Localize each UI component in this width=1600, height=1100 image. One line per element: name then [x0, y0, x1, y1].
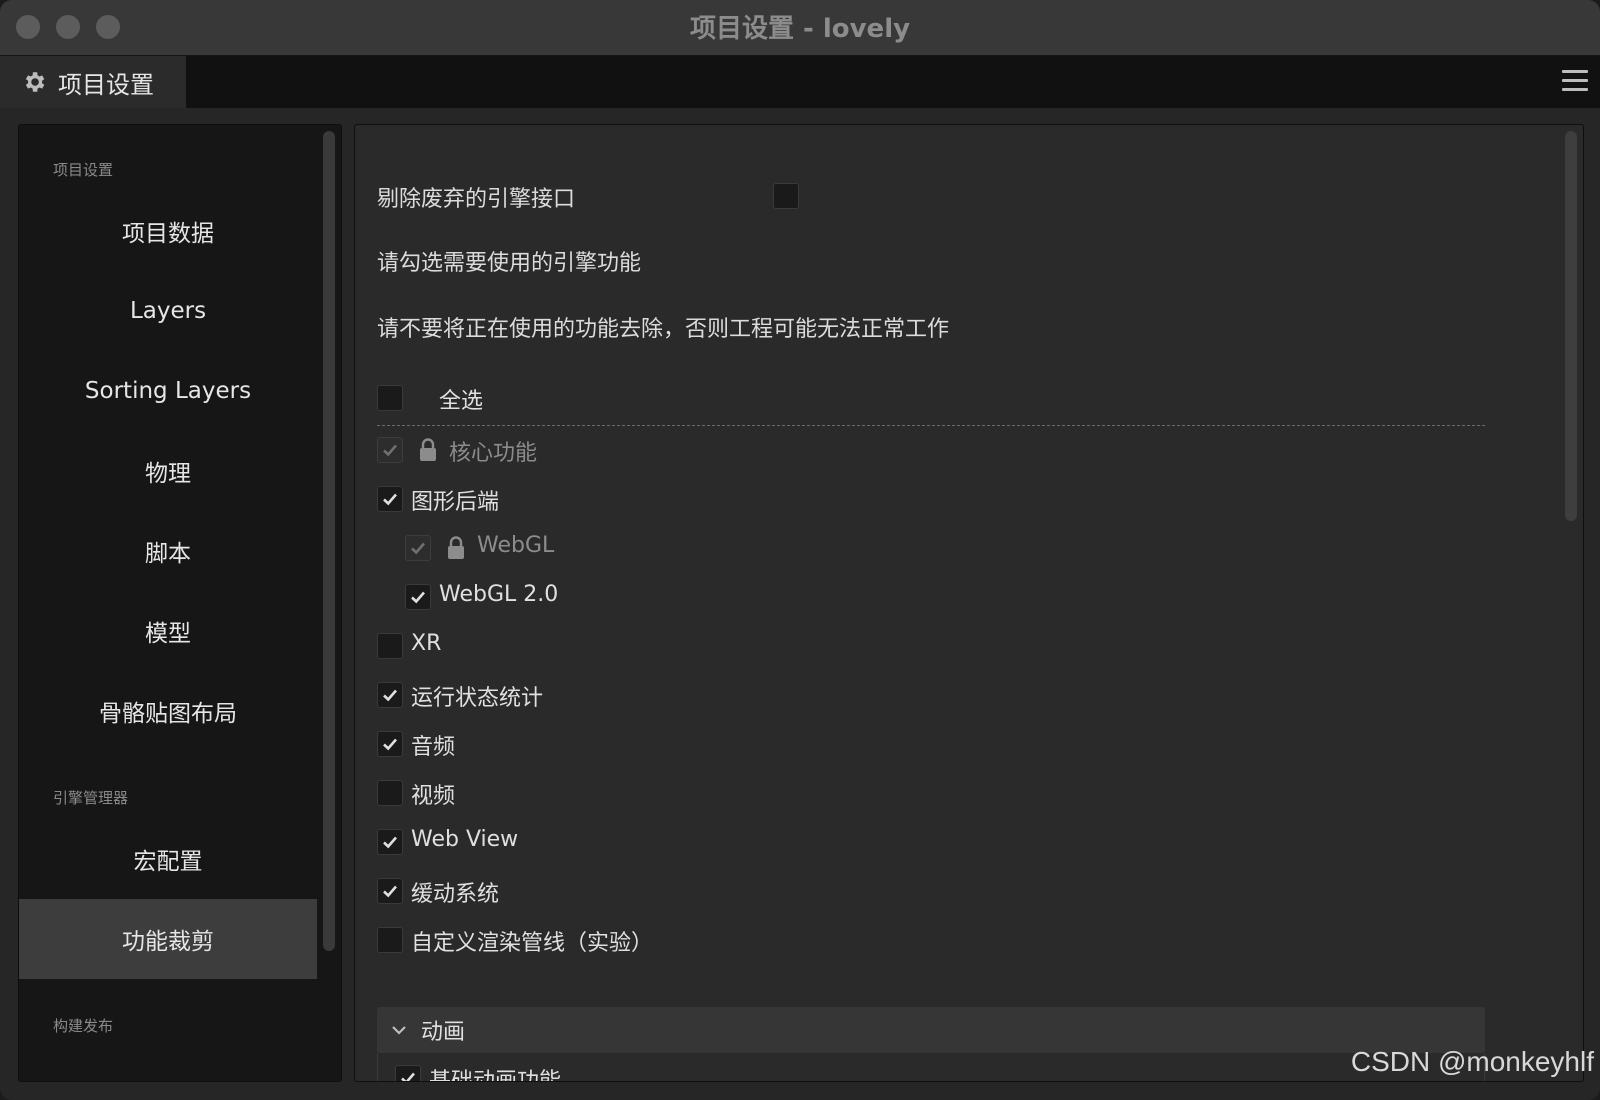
hamburger-menu-icon[interactable]: [1562, 70, 1588, 94]
hint-warning: 请不要将正在使用的功能去除，否则工程可能无法正常工作: [377, 317, 950, 342]
sidebar-scrollbar[interactable]: [323, 131, 335, 951]
checkmark-icon: [401, 1072, 415, 1081]
video-checkbox[interactable]: [377, 780, 403, 806]
sidebar-item-skeleton-atlas[interactable]: 骨骼贴图布局: [19, 671, 317, 751]
checkmark-icon: [383, 885, 397, 898]
deprecated-api-label: 剔除废弃的引擎接口: [377, 187, 576, 212]
gear-icon: [20, 68, 48, 96]
sidebar-item-feature-crop[interactable]: 功能裁剪: [19, 899, 317, 979]
animation-section-label: 动画: [421, 1020, 466, 1045]
custom-pipeline-checkbox[interactable]: [377, 927, 403, 953]
webgl2-checkbox[interactable]: [405, 584, 431, 610]
checkmark-icon: [383, 689, 397, 702]
sidebar-item-sorting-layers[interactable]: Sorting Layers: [19, 351, 317, 431]
hint-select-features: 请勾选需要使用的引擎功能: [377, 251, 642, 276]
feature-crop-panel: 剔除废弃的引擎接口 请勾选需要使用的引擎功能 请不要将正在使用的功能去除，否则工…: [354, 124, 1584, 1082]
checkmark-icon: [411, 591, 425, 604]
checkmark-icon: [411, 542, 425, 555]
lock-icon: [420, 438, 436, 461]
sidebar-item-macro-config[interactable]: 宏配置: [19, 819, 317, 899]
sidebar-group-build-publish: 构建发布: [53, 1017, 114, 1035]
profiler-checkbox[interactable]: [377, 682, 403, 708]
project-settings-window: 项目设置 - lovely 项目设置 项目设置 项目数据 Layers Sort…: [0, 0, 1600, 1100]
select-all-checkbox[interactable]: [377, 385, 403, 411]
watermark-text: CSDN @monkeyhlf: [1350, 1046, 1594, 1077]
deprecated-api-checkbox[interactable]: [773, 183, 799, 209]
tween-label: 缓动系统: [411, 882, 500, 907]
sidebar-item-layers[interactable]: Layers: [19, 271, 317, 351]
audio-checkbox[interactable]: [377, 731, 403, 757]
video-label: 视频: [411, 784, 456, 809]
tab-label: 项目设置: [58, 70, 154, 99]
webgl-checkbox: [405, 535, 431, 561]
divider: [377, 425, 1485, 426]
basic-animation-label: 基础动画功能: [429, 1069, 562, 1082]
sidebar-group-engine-manager: 引擎管理器: [53, 789, 129, 807]
sidebar-item-project-data[interactable]: 项目数据: [19, 191, 317, 271]
webview-label: Web View: [411, 827, 519, 852]
xr-label: XR: [411, 631, 442, 656]
sidebar: 项目设置 项目数据 Layers Sorting Layers 物理 脚本 模型…: [18, 124, 342, 1082]
sidebar-group-project-settings: 项目设置: [53, 161, 114, 179]
core-feature-checkbox: [377, 437, 403, 463]
core-feature-label: 核心功能: [449, 441, 538, 466]
tween-checkbox[interactable]: [377, 878, 403, 904]
title-bar: 项目设置 - lovely: [0, 0, 1600, 56]
graphics-backend-label: 图形后端: [411, 490, 500, 515]
sidebar-item-scripts[interactable]: 脚本: [19, 511, 317, 591]
tab-bar: 项目设置: [0, 56, 1600, 108]
webview-checkbox[interactable]: [377, 829, 403, 855]
lock-icon: [448, 536, 464, 559]
panel-scrollbar[interactable]: [1565, 131, 1577, 521]
basic-animation-checkbox[interactable]: [395, 1065, 421, 1081]
sidebar-item-physics[interactable]: 物理: [19, 431, 317, 511]
custom-pipeline-label: 自定义渲染管线（实验）: [411, 931, 654, 956]
graphics-backend-checkbox[interactable]: [377, 486, 403, 512]
content-area: 项目设置 项目数据 Layers Sorting Layers 物理 脚本 模型…: [0, 108, 1600, 1100]
profiler-label: 运行状态统计: [411, 686, 544, 711]
sidebar-item-models[interactable]: 模型: [19, 591, 317, 671]
window-title: 项目设置 - lovely: [689, 14, 911, 44]
webgl-label: WebGL: [477, 533, 555, 558]
xr-checkbox[interactable]: [377, 633, 403, 659]
audio-label: 音频: [411, 735, 456, 760]
checkmark-icon: [383, 738, 397, 751]
chevron-down-icon: [392, 1026, 406, 1035]
checkmark-icon: [383, 493, 397, 506]
select-all-label: 全选: [439, 389, 484, 414]
webgl2-label: WebGL 2.0: [439, 582, 559, 607]
animation-section-header[interactable]: 动画: [377, 1007, 1485, 1053]
checkmark-icon: [383, 836, 397, 849]
checkmark-icon: [383, 444, 397, 457]
tab-project-settings[interactable]: 项目设置: [0, 56, 186, 108]
